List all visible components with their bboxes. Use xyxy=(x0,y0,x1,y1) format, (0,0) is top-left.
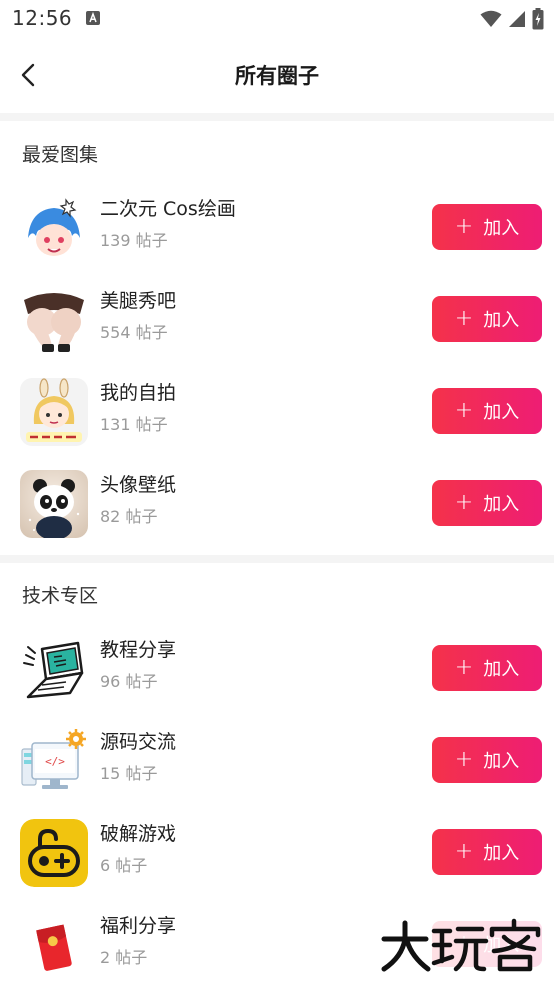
plus-icon: + xyxy=(454,839,474,864)
panda-wallpaper-icon xyxy=(20,470,88,538)
list-item[interactable]: 美腿秀吧 554 帖子 + 加入 xyxy=(0,278,554,370)
section-title-favorites: 最爱图集 xyxy=(22,144,99,166)
post-count: 6 帖子 xyxy=(100,856,148,875)
join-button-label: 加入 xyxy=(483,494,520,515)
notification-a-icon xyxy=(86,11,100,25)
join-button-label: 加入 xyxy=(483,751,520,772)
join-button-label: 加入 xyxy=(483,402,520,423)
join-button-label: 加入 xyxy=(483,310,520,331)
section-title-tech: 技术专区 xyxy=(22,585,99,607)
join-button[interactable]: + 加入 xyxy=(432,204,542,250)
wifi-icon xyxy=(480,10,502,27)
list-item[interactable]: 我的自拍 131 帖子 + 加入 xyxy=(0,370,554,462)
list-item[interactable]: 破解游戏 6 帖子 + 加入 xyxy=(0,811,554,903)
post-count: 131 帖子 xyxy=(100,415,168,434)
signal-icon xyxy=(509,11,525,27)
plus-icon: + xyxy=(454,306,474,331)
battery-icon xyxy=(532,8,544,30)
list-item[interactable]: </> 源码交流 15 帖子 + 加入 xyxy=(0,719,554,811)
list-item[interactable]: 教程分享 96 帖子 + 加入 xyxy=(0,627,554,719)
selfie-girl-icon xyxy=(20,378,88,446)
post-count: 139 帖子 xyxy=(100,231,168,250)
join-button-label: 加入 xyxy=(483,843,520,864)
circle-name: 二次元 Cos绘画 xyxy=(100,198,236,220)
join-button[interactable]: + 加入 xyxy=(432,645,542,691)
circle-name: 我的自拍 xyxy=(100,382,177,404)
navigation-bar: 所有圈子 xyxy=(0,38,554,112)
svg-text:</>: </> xyxy=(45,755,65,768)
circle-name: 破解游戏 xyxy=(100,823,177,845)
join-button[interactable]: + 加入 xyxy=(432,829,542,875)
page-title: 所有圈子 xyxy=(235,64,319,88)
join-button[interactable]: + 加入 xyxy=(432,296,542,342)
circle-name: 教程分享 xyxy=(100,639,177,661)
join-button[interactable]: + 加入 xyxy=(432,480,542,526)
code-monitor-icon: </> xyxy=(20,727,88,795)
plus-icon: + xyxy=(454,398,474,423)
anime-girl-icon xyxy=(20,194,88,262)
red-envelope-icon xyxy=(20,911,88,979)
circle-name: 福利分享 xyxy=(100,915,177,937)
post-count: 82 帖子 xyxy=(100,507,158,526)
circle-name: 美腿秀吧 xyxy=(100,290,177,312)
join-button[interactable]: + 加入 xyxy=(432,388,542,434)
list-item[interactable]: 头像壁纸 82 帖子 + 加入 xyxy=(0,462,554,554)
gamepad-icon xyxy=(20,819,88,887)
plus-icon: + xyxy=(454,655,474,680)
plus-icon: + xyxy=(454,747,474,772)
circle-name: 头像壁纸 xyxy=(100,474,177,496)
laptop-icon xyxy=(20,635,88,703)
join-button-label: 加入 xyxy=(483,659,520,680)
post-count: 2 帖子 xyxy=(100,948,148,967)
join-button-label: 加入 xyxy=(483,218,520,239)
status-time: 12:56 xyxy=(12,6,73,30)
post-count: 96 帖子 xyxy=(100,672,158,691)
plus-icon: + xyxy=(454,214,474,239)
status-icons xyxy=(480,6,544,32)
list-item[interactable]: 二次元 Cos绘画 139 帖子 + 加入 xyxy=(0,186,554,278)
plus-icon: + xyxy=(454,490,474,515)
section-divider xyxy=(0,113,554,121)
circle-name: 源码交流 xyxy=(100,731,177,753)
section-divider xyxy=(0,555,554,563)
watermark-logo xyxy=(378,918,546,972)
legs-photo-icon xyxy=(20,286,88,354)
post-count: 15 帖子 xyxy=(100,764,158,783)
post-count: 554 帖子 xyxy=(100,323,168,342)
join-button[interactable]: + 加入 xyxy=(432,737,542,783)
status-bar: 12:56 xyxy=(0,0,554,38)
